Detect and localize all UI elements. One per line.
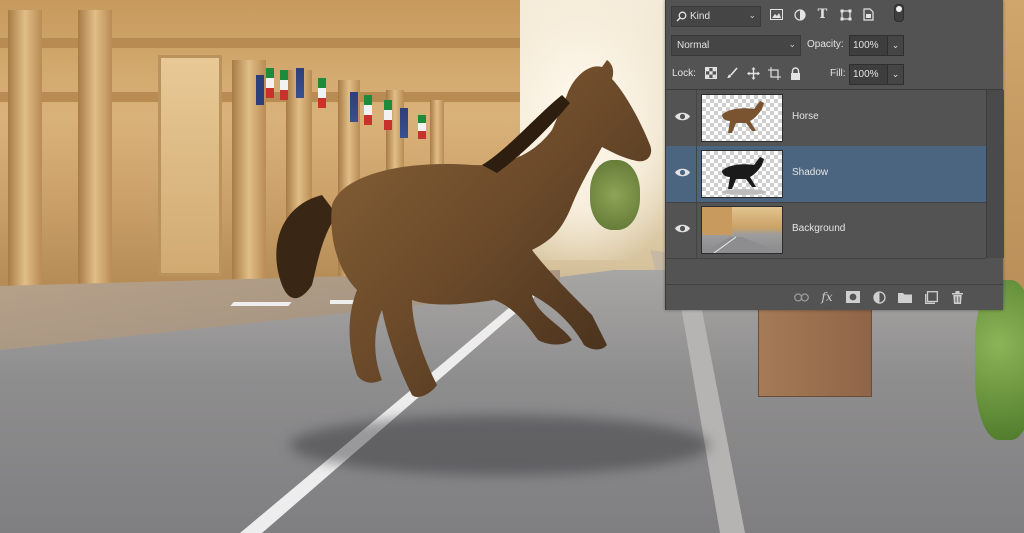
panel-footer: fx (666, 284, 1003, 309)
horse-thumbnail-image (722, 101, 764, 133)
shadow-thumbnail-image (722, 157, 766, 195)
lock-label: Lock: (672, 68, 696, 79)
chevron-down-icon: ⌄ (891, 40, 900, 50)
fill-dropdown-button[interactable]: ⌄ (887, 64, 904, 85)
horse-image (276, 60, 652, 397)
layers-scrollbar[interactable] (986, 90, 1004, 258)
lock-artboard-icon[interactable] (767, 66, 781, 80)
fill-input[interactable]: 100% (849, 64, 889, 85)
eye-visibility-icon[interactable] (674, 164, 691, 181)
lock-icons (704, 66, 802, 80)
layer-name[interactable]: Horse (792, 111, 819, 122)
new-group-folder-icon[interactable] (897, 289, 913, 305)
chevron-down-icon: ⌄ (748, 10, 756, 20)
shape-layer-filter-icon[interactable] (838, 7, 853, 22)
lock-row: Lock: Fill: 100% ⌄ (666, 61, 1003, 85)
type-layer-filter-icon[interactable]: T (815, 7, 830, 22)
layer-thumbnail-shadow[interactable] (701, 150, 783, 198)
lock-image-pixels-brush-icon[interactable] (725, 66, 739, 80)
new-layer-icon[interactable] (923, 289, 939, 305)
footer-icons: fx (793, 289, 965, 305)
filter-toggle[interactable] (894, 4, 904, 22)
layer-name[interactable]: Shadow (792, 167, 828, 178)
filter-icons: T (769, 7, 876, 22)
background-thumbnail-image (702, 207, 782, 253)
filter-kind-dropdown[interactable]: Kind ⌄ (671, 6, 761, 27)
layer-thumbnail-background[interactable] (701, 206, 783, 254)
link-layers-icon[interactable] (793, 289, 809, 305)
filter-kind-label: Kind (690, 11, 711, 22)
adjustment-layer-icon[interactable] (871, 289, 887, 305)
eye-visibility-icon[interactable] (674, 108, 691, 125)
smart-object-filter-icon[interactable] (861, 7, 876, 22)
lock-transparent-pixels-icon[interactable] (704, 66, 718, 80)
chevron-down-icon: ⌄ (788, 39, 796, 49)
layer-row-background[interactable]: Background (666, 202, 986, 259)
pixel-layer-filter-icon[interactable] (769, 7, 784, 22)
horse-shadow (290, 415, 710, 475)
fill-value: 100% (853, 69, 879, 80)
opacity-input[interactable]: 100% (849, 35, 889, 56)
blend-mode-label: Normal (677, 40, 710, 51)
layer-name[interactable]: Background (792, 223, 845, 234)
filter-row: Kind ⌄ T (666, 0, 1003, 32)
opacity-value: 100% (853, 40, 879, 51)
planter-box (758, 305, 872, 397)
layers-panel: Kind ⌄ T Normal ⌄ Opacity: 100% ⌄ Lock: … (665, 0, 1004, 310)
search-icon (676, 11, 687, 22)
column-divider (696, 146, 697, 202)
opacity-dropdown-button[interactable]: ⌄ (887, 35, 904, 56)
blend-mode-dropdown[interactable]: Normal ⌄ (671, 35, 801, 56)
layer-row-shadow[interactable]: Shadow (666, 146, 986, 203)
fill-label: Fill: (830, 68, 846, 79)
layer-thumbnail-horse[interactable] (701, 94, 783, 142)
chevron-down-icon: ⌄ (891, 69, 900, 79)
lock-all-padlock-icon[interactable] (788, 66, 802, 80)
eye-visibility-icon[interactable] (674, 220, 691, 237)
layers-list: Horse Shadow Background (666, 90, 986, 259)
column-divider (696, 202, 697, 258)
column-divider (696, 90, 697, 146)
adjustment-layer-filter-icon[interactable] (792, 7, 807, 22)
lock-position-move-icon[interactable] (746, 66, 760, 80)
add-mask-icon[interactable] (845, 289, 861, 305)
trash-delete-icon[interactable] (949, 289, 965, 305)
layer-row-horse[interactable]: Horse (666, 90, 986, 147)
blend-row: Normal ⌄ Opacity: 100% ⌄ (666, 33, 1003, 57)
opacity-label: Opacity: (807, 39, 844, 50)
fx-layer-style-icon[interactable]: fx (819, 289, 835, 305)
